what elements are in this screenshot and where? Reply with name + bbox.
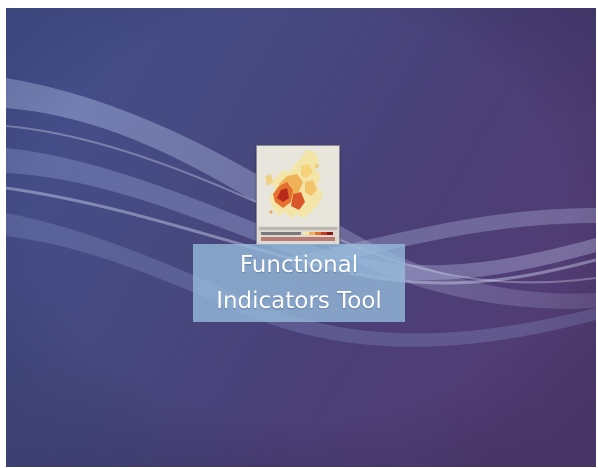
desktop[interactable]: Functional Indicators Tool [6,8,596,467]
desktop-icon-label-line1: Functional [239,252,359,278]
map-thumbnail-icon [256,145,340,245]
screenshot-frame: Functional Indicators Tool [0,0,598,468]
desktop-icon-functional-indicators-tool[interactable]: Functional Indicators Tool [193,145,405,323]
desktop-icon-label[interactable]: Functional Indicators Tool [193,244,405,322]
desktop-icon-label-line2: Indicators Tool [216,288,382,314]
